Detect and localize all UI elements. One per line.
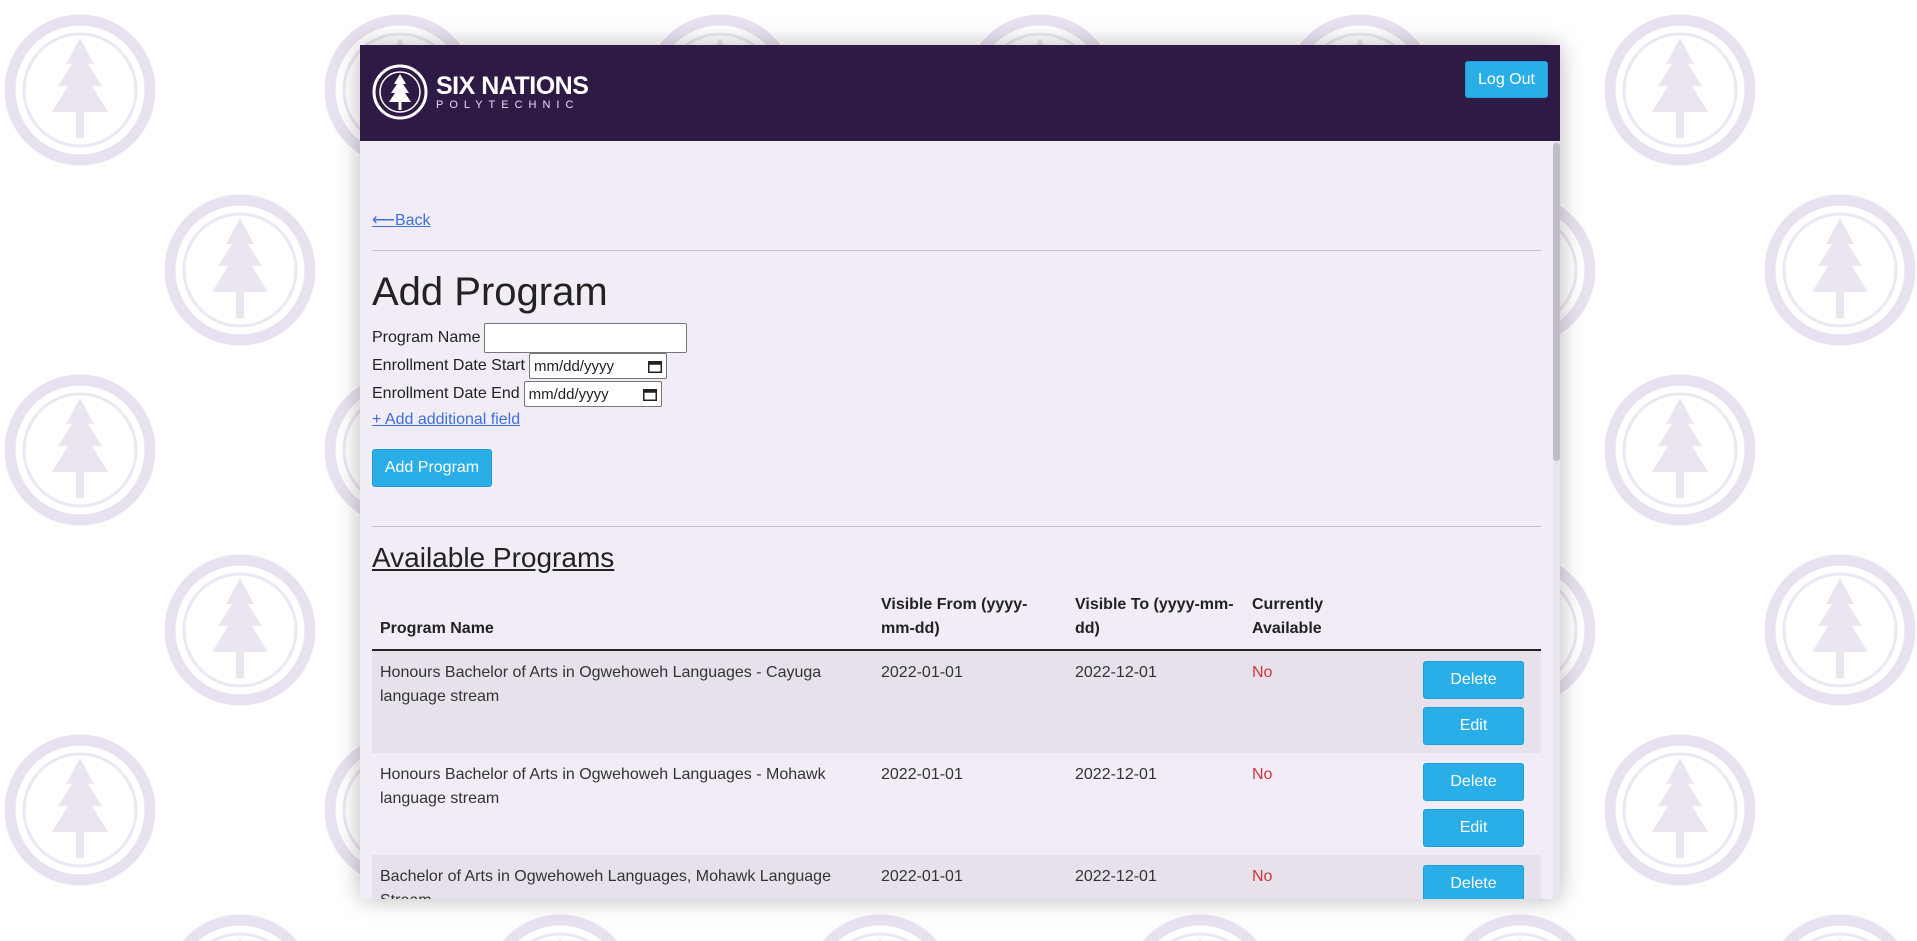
start-date-row: Enrollment Date Start mm/dd/yyyy xyxy=(372,353,667,379)
program-name-cell: Bachelor of Arts in Ogwehoweh Languages,… xyxy=(372,855,873,899)
scrollbar-thumb[interactable] xyxy=(1553,143,1560,461)
visible-from-cell: 2022-01-01 xyxy=(873,855,1067,899)
program-name-label: Program Name xyxy=(372,329,481,346)
table-header-row: Program Name Visible From (yyyy-mm-dd) V… xyxy=(372,593,1541,651)
delete-button[interactable]: Delete xyxy=(1423,763,1524,801)
program-name-cell: Honours Bachelor of Arts in Ogwehoweh La… xyxy=(372,753,873,855)
available-cell: No xyxy=(1244,855,1395,899)
column-header: Visible From (yyyy-mm-dd) xyxy=(873,593,1067,651)
start-date-label: Enrollment Date Start xyxy=(372,357,525,374)
column-header xyxy=(1395,593,1541,651)
programs-table: Program Name Visible From (yyyy-mm-dd) V… xyxy=(372,593,1541,899)
vertical-scrollbar[interactable] xyxy=(1553,141,1560,899)
end-date-value: mm/dd/yyyy xyxy=(528,385,609,403)
site-header: SIX NATIONS POLYTECHNIC Log Out xyxy=(360,45,1560,141)
program-name-cell: Honours Bachelor of Arts in Ogwehoweh La… xyxy=(372,650,873,753)
program-name-row: Program Name xyxy=(372,323,688,353)
program-name-input[interactable] xyxy=(484,323,688,353)
available-cell: No xyxy=(1244,753,1395,855)
available-cell: No xyxy=(1244,650,1395,753)
page-title: Add Program xyxy=(372,270,608,314)
divider xyxy=(372,250,1541,251)
actions-cell: Delete Edit xyxy=(1395,855,1541,899)
start-date-value: mm/dd/yyyy xyxy=(533,357,614,375)
calendar-icon[interactable] xyxy=(647,360,662,373)
end-date-label: Enrollment Date End xyxy=(372,385,520,402)
tree-seal-logo-icon xyxy=(372,64,428,120)
actions-cell: Delete Edit xyxy=(1395,753,1541,855)
table-row: Bachelor of Arts in Ogwehoweh Languages,… xyxy=(372,855,1541,899)
logo-wordmark: SIX NATIONS xyxy=(436,72,589,100)
visible-to-cell: 2022-12-01 xyxy=(1067,855,1244,899)
divider xyxy=(372,526,1541,527)
delete-button[interactable]: Delete xyxy=(1423,661,1524,699)
logo-subtitle: POLYTECHNIC xyxy=(436,99,580,111)
visible-to-cell: 2022-12-01 xyxy=(1067,650,1244,753)
edit-button[interactable]: Edit xyxy=(1423,707,1524,745)
visible-from-cell: 2022-01-01 xyxy=(873,753,1067,855)
calendar-icon[interactable] xyxy=(642,388,657,401)
delete-button[interactable]: Delete xyxy=(1423,865,1524,899)
end-date-input[interactable]: mm/dd/yyyy xyxy=(523,381,662,407)
end-date-row: Enrollment Date End mm/dd/yyyy xyxy=(372,381,662,407)
add-additional-field-link[interactable]: + Add additional field xyxy=(372,411,520,429)
table-row: Honours Bachelor of Arts in Ogwehoweh La… xyxy=(372,650,1541,753)
visible-from-cell: 2022-01-01 xyxy=(873,650,1067,753)
actions-cell: Delete Edit xyxy=(1395,650,1541,753)
app-window: SIX NATIONS POLYTECHNIC Log Out ⟵Back Ad… xyxy=(360,45,1560,899)
column-header: Currently Available xyxy=(1244,593,1395,651)
edit-button[interactable]: Edit xyxy=(1423,809,1524,847)
table-row: Honours Bachelor of Arts in Ogwehoweh La… xyxy=(372,753,1541,855)
visible-to-cell: 2022-12-01 xyxy=(1067,753,1244,855)
site-logo[interactable]: SIX NATIONS POLYTECHNIC xyxy=(372,64,589,120)
column-header: Visible To (yyyy-mm-dd) xyxy=(1067,593,1244,651)
logout-button[interactable]: Log Out xyxy=(1465,61,1548,98)
start-date-input[interactable]: mm/dd/yyyy xyxy=(528,353,667,379)
add-program-button[interactable]: Add Program xyxy=(372,449,492,487)
section-title: Available Programs xyxy=(372,542,615,573)
back-link[interactable]: ⟵Back xyxy=(372,210,431,230)
column-header: Program Name xyxy=(372,593,873,651)
